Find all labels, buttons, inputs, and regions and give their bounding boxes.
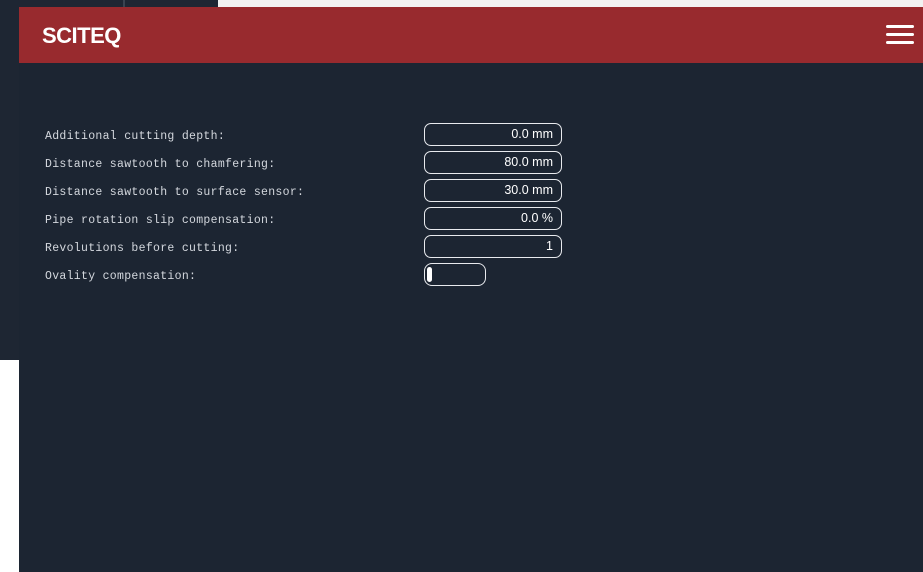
setting-label: Distance sawtooth to surface sensor: (45, 186, 305, 199)
menu-bar-line (886, 41, 914, 44)
menu-bar-line (886, 33, 914, 36)
toggle-knob (427, 267, 432, 282)
background-window-edge (0, 10, 20, 360)
setting-row-slip-compensation: Pipe rotation slip compensation: (45, 207, 565, 235)
distance-to-surface-sensor-input[interactable] (424, 179, 562, 202)
distance-to-chamfering-input[interactable] (424, 151, 562, 174)
setting-label: Distance sawtooth to chamfering: (45, 158, 276, 171)
settings-form: Additional cutting depth: Distance sawto… (45, 123, 565, 291)
background-light-strip (218, 0, 923, 7)
menu-bar-line (886, 25, 914, 28)
app-logo: SCITEQ (42, 23, 121, 48)
header-bar: SCITEQ (19, 7, 923, 63)
additional-cutting-depth-input[interactable] (424, 123, 562, 146)
app-window: SCITEQ Additional cutting depth: Distanc… (19, 7, 923, 572)
ovality-compensation-toggle[interactable] (424, 263, 486, 286)
setting-row-distance-to-chamfering: Distance sawtooth to chamfering: (45, 151, 565, 179)
setting-label: Revolutions before cutting: (45, 242, 240, 255)
setting-row-distance-to-surface-sensor: Distance sawtooth to surface sensor: (45, 179, 565, 207)
setting-label: Ovality compensation: (45, 270, 197, 283)
setting-label: Pipe rotation slip compensation: (45, 214, 276, 227)
revolutions-before-cutting-input[interactable] (424, 235, 562, 258)
setting-row-additional-cutting-depth: Additional cutting depth: (45, 123, 565, 151)
hamburger-menu-icon[interactable] (886, 24, 914, 46)
setting-row-revolutions-before-cutting: Revolutions before cutting: (45, 235, 565, 263)
setting-label: Additional cutting depth: (45, 130, 226, 143)
setting-row-ovality-compensation: Ovality compensation: (45, 263, 565, 291)
slip-compensation-input[interactable] (424, 207, 562, 230)
